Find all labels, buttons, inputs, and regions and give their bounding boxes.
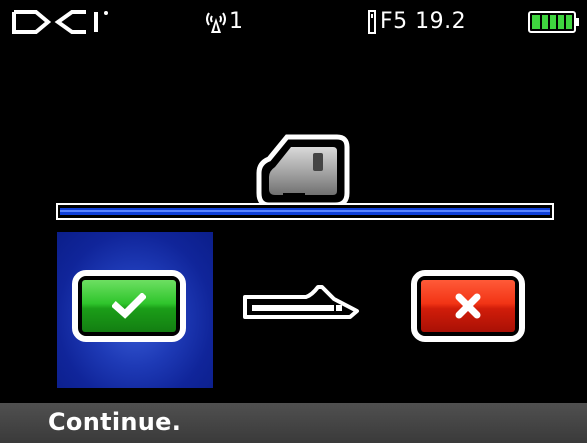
transmitter-housing-icon: [243, 285, 359, 319]
x-icon: [455, 293, 481, 319]
battery-full-icon: [528, 11, 579, 33]
status-bar: 1 F5 19.2: [0, 0, 587, 44]
frequency-indicator: F5 19.2: [368, 9, 466, 34]
receiver-icon: [256, 134, 350, 208]
alignment-line: [56, 203, 554, 220]
confirm-button-face: [82, 280, 176, 332]
checkmark-icon: [112, 293, 146, 319]
dci-logo: [12, 10, 108, 34]
cancel-button[interactable]: [411, 270, 525, 342]
message-text: Continue.: [48, 408, 182, 436]
transmitter-icon: [368, 9, 376, 34]
antenna-icon: [206, 11, 226, 33]
signal-indicator: 1: [205, 9, 244, 34]
signal-channel: 1: [229, 9, 244, 34]
cancel-button-face: [421, 280, 515, 332]
message-bar: Continue.: [0, 403, 587, 443]
frequency-label: F5 19.2: [380, 9, 467, 34]
confirm-button[interactable]: [72, 270, 186, 342]
